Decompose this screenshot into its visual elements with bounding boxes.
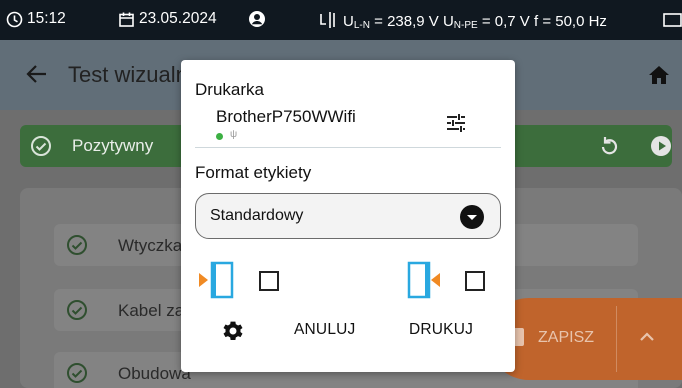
chevron-up-icon[interactable]: [638, 330, 656, 349]
play-icon[interactable]: [650, 135, 672, 162]
status-time: 15:12: [6, 10, 66, 28]
label-left-icon: [197, 260, 235, 305]
result-label: Pozytywny: [72, 136, 154, 155]
connection-status-dot: [216, 133, 223, 140]
check-circle-icon: [30, 135, 52, 162]
battery-icon: [663, 12, 682, 33]
status-bar: 15:12 23.05.2024 UL-N = 238,9 V UN-PE = …: [0, 0, 682, 40]
printer-name: BrotherP750WWifi: [216, 107, 356, 126]
format-select[interactable]: Standardowy: [195, 193, 501, 239]
dropdown-icon: [460, 205, 484, 234]
print-dialog: Drukarka BrotherP750WWifi ψ Format etyki…: [181, 60, 515, 372]
reset-icon[interactable]: [598, 135, 620, 162]
check-circle-icon: [66, 299, 88, 326]
usb-icon: ψ: [230, 129, 238, 140]
label-right-icon: [407, 260, 451, 305]
item-label: Obudowa: [118, 364, 191, 383]
right-label-checkbox[interactable]: [465, 271, 485, 291]
phase-icon: [318, 11, 340, 33]
cancel-button[interactable]: ANULUJ: [294, 321, 356, 339]
format-heading: Format etykiety: [195, 163, 312, 182]
item-label: Wtyczka: [118, 236, 183, 255]
measurement-readout: UL-N = 238,9 V UN-PE = 0,7 V f = 50,0 Hz: [318, 11, 607, 33]
save-button-label: ZAPISZ: [538, 329, 595, 346]
page-title: Test wizualny: [68, 62, 199, 87]
check-circle-icon: [66, 362, 88, 388]
printer-heading: Drukarka: [195, 80, 264, 99]
save-fab[interactable]: ZAPISZ: [488, 298, 682, 380]
clock-icon: [6, 11, 23, 28]
print-button[interactable]: DRUKUJ: [409, 321, 473, 339]
user-icon: [248, 10, 266, 33]
gear-icon[interactable]: [221, 319, 245, 348]
calendar-icon: [118, 11, 135, 28]
home-icon[interactable]: [648, 65, 670, 90]
status-date: 23.05.2024: [118, 10, 217, 28]
left-label-checkbox[interactable]: [259, 271, 279, 291]
back-arrow-icon[interactable]: [26, 64, 48, 89]
format-value: Standardowy: [210, 207, 304, 224]
check-circle-icon: [66, 234, 88, 261]
divider: [195, 147, 501, 148]
tune-icon[interactable]: [445, 112, 467, 139]
